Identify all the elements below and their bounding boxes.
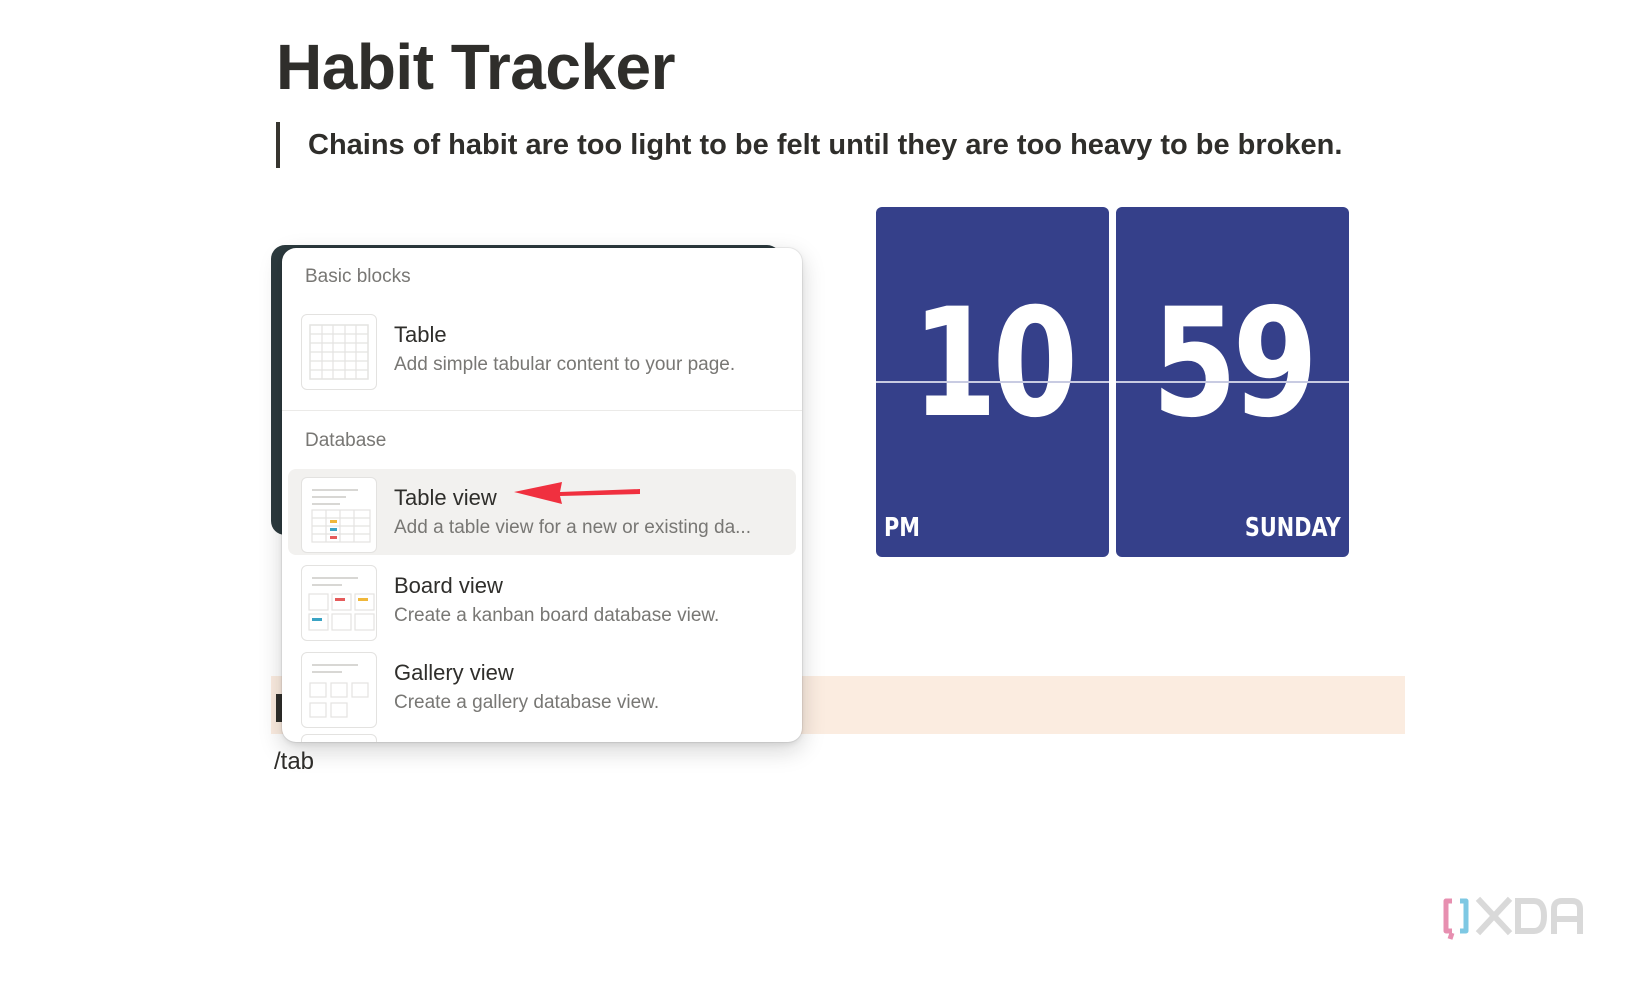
menu-item-description: Add a table view for a new or existing d…	[394, 517, 751, 538]
clock-hours: 10	[911, 277, 1078, 451]
clock-minutes-panel: 59 SUNDAY	[1116, 207, 1349, 557]
clock-hours-panel: 10 PM	[876, 207, 1109, 557]
menu-item-description: Add simple tabular content to your page.	[394, 354, 736, 375]
menu-item-title: Table	[394, 322, 447, 347]
clock-weekday: SUNDAY	[1245, 513, 1341, 543]
flip-seam	[876, 381, 1109, 383]
menu-divider	[282, 410, 802, 411]
clock-minutes: 59	[1151, 277, 1318, 451]
quote-block[interactable]: Chains of habit are too light to be felt…	[276, 122, 1342, 168]
section-label-basic-blocks: Basic blocks	[305, 266, 411, 287]
page-title[interactable]: Habit Tracker	[276, 30, 676, 104]
flip-seam	[1116, 381, 1349, 383]
board-view-icon	[301, 565, 377, 641]
slash-command-input[interactable]: /tab	[274, 748, 314, 776]
menu-item-title: Gallery view	[394, 660, 514, 685]
menu-item-gallery-view[interactable]: Gallery view Create a gallery database v…	[288, 644, 796, 730]
table-view-icon	[301, 477, 377, 553]
next-item-icon	[301, 734, 377, 742]
page: Habit Tracker Chains of habit are too li…	[0, 0, 1650, 1003]
menu-item-board-view[interactable]: Board view Create a kanban board databas…	[288, 557, 796, 643]
menu-item-table[interactable]: Table Add simple tabular content to your…	[288, 306, 796, 392]
clock-meridiem: PM	[884, 513, 920, 543]
xda-logo-icon	[1443, 896, 1583, 940]
quote-text: Chains of habit are too light to be felt…	[308, 128, 1343, 161]
gallery-view-icon	[301, 652, 377, 728]
annotation-arrow-icon	[514, 482, 640, 504]
menu-item-title: Board view	[394, 573, 503, 598]
section-label-database: Database	[305, 430, 387, 451]
menu-item-description: Create a gallery database view.	[394, 692, 660, 713]
table-icon	[301, 314, 377, 390]
menu-item-description: Create a kanban board database view.	[394, 605, 720, 626]
menu-item-title: Table view	[394, 485, 497, 510]
